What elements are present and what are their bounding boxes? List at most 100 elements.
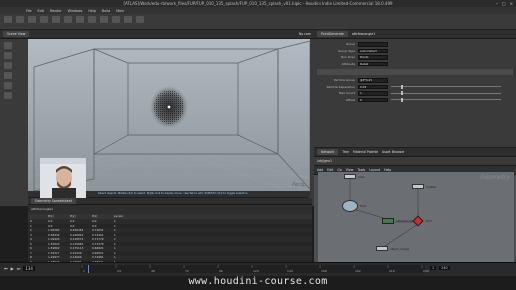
timeline-tick-label: 48 [151, 269, 155, 273]
shelf-tool-null[interactable] [64, 16, 72, 23]
shelf-tool-circle[interactable] [88, 16, 96, 23]
menu-render[interactable]: Render [50, 9, 62, 13]
spreadsheet-header: Geometry Spreadsheet attribwrangle1 [28, 198, 312, 214]
timeline-tick-label: 168 [321, 269, 327, 273]
tab-material-palette[interactable]: Material Palette [353, 150, 378, 154]
node-object-merge[interactable] [376, 246, 388, 251]
shelf-tool-font[interactable] [136, 16, 144, 23]
menu-build[interactable]: Build [102, 9, 110, 13]
node-box1[interactable] [344, 174, 356, 179]
shelf-toolbar [0, 14, 312, 30]
parameter-slider[interactable] [391, 91, 501, 96]
table-body: 0 0.0 0.0 0.0 1 1 0.0 0.0 0.0 1 2 1.06362 0.256464 0.… [28, 219, 312, 262]
perspective-label: Persp [292, 182, 306, 188]
end-frame-field[interactable]: 240 [439, 266, 450, 270]
site-watermark: www.houdini-course.com [188, 276, 328, 287]
parameter-label: Particle Group [333, 78, 355, 83]
timeline-cursor[interactable] [88, 265, 89, 273]
parameter-field[interactable]: @P*0.25 [358, 78, 388, 83]
parameter-list: Group Group Type Auto Detect Run Over Points… [314, 39, 516, 103]
geometry-spreadsheet-table: P[x] P[y] P[z] pscale 0 0.0 0.0 0.0 1 1 0.0 0.0… [28, 214, 312, 262]
node-name-field[interactable]: attribwrangle1 [352, 32, 375, 36]
node-fluid1-label: fluid [360, 204, 367, 208]
network-editor[interactable]: Geometry box1 Scatter fluid attribwrangl… [318, 172, 514, 264]
tab-tree[interactable]: Tree [342, 150, 349, 154]
maximize-icon[interactable]: □ [502, 1, 506, 6]
node-attribwrangle1[interactable] [382, 218, 394, 224]
playback-controls: ⏮ ▶ ⏭ 134 [4, 266, 35, 271]
network-path-bar: /obj/geo1 [314, 157, 516, 166]
presenter-webcam [40, 158, 86, 200]
scale-tool-icon[interactable] [4, 72, 12, 79]
forward-icon[interactable]: ⏭ [17, 266, 21, 271]
tab-geometry-spreadsheet[interactable]: Geometry Spreadsheet [31, 198, 76, 204]
menu-bar: File Edit Render Windows Help Build Main [0, 7, 516, 14]
frame-range: 1 240 [430, 266, 450, 270]
parameter-field[interactable]: Auto Detect [358, 48, 388, 53]
play-icon[interactable]: ▶ [11, 266, 14, 271]
parameter-field[interactable]: Detail [358, 61, 388, 66]
shelf-tool-curve[interactable] [100, 16, 108, 23]
network-path[interactable]: /obj/geo1 [317, 159, 332, 163]
parameter-field[interactable]: 0 [358, 97, 388, 102]
tab-scene-view[interactable]: Scene View [3, 31, 30, 37]
node-scatter1-label: Scatter [426, 185, 437, 189]
shelf-tool-sphere[interactable] [16, 16, 24, 23]
timeline-tick-label: 72 [185, 269, 189, 273]
node-fluid1[interactable] [342, 200, 358, 212]
parameter-label: Max Count [338, 91, 355, 96]
network-context-label: Geometry [480, 174, 510, 181]
parameter-field[interactable]: 0.05 [358, 84, 388, 89]
shelf-tool-path[interactable] [112, 16, 120, 23]
shelf-tool-tube[interactable] [28, 16, 36, 23]
parameter-label: Attribute [341, 61, 355, 66]
parameter-label: Group [345, 42, 355, 47]
parameter-row: Attribute Detail [314, 61, 516, 68]
menu-windows[interactable]: Windows [68, 9, 83, 13]
menu-file[interactable]: File [26, 9, 32, 13]
camera-menu[interactable]: No cam [299, 32, 311, 36]
parameter-label: Particle Separation [326, 84, 355, 89]
menu-main[interactable]: Main [116, 9, 124, 13]
spreadsheet-node[interactable]: attribwrangle1 [31, 207, 53, 211]
shelf-tool-grid[interactable] [52, 16, 60, 23]
view-tool-icon[interactable] [4, 92, 12, 99]
parameter-pane: PointGenerate attribwrangle1 Group Group … [314, 30, 516, 147]
minimize-icon[interactable]: – [496, 1, 498, 6]
close-icon[interactable]: × [510, 1, 513, 6]
parameter-field[interactable]: Points [358, 55, 388, 60]
timeline-tick-label: 1 [83, 269, 85, 273]
window-controls: – □ × [496, 1, 513, 6]
tab-asset-browser[interactable]: Asset Browser [382, 150, 405, 154]
shelf-toolbar-right [312, 14, 516, 30]
rewind-icon[interactable]: ⏮ [4, 266, 8, 271]
parameter-field[interactable] [358, 42, 388, 47]
parameter-field[interactable]: 1 [358, 91, 388, 96]
parameter-label: Offset [345, 97, 355, 102]
shelf-tool-box[interactable] [4, 16, 12, 23]
particle-cloud [150, 86, 188, 128]
window-title: [ATLAS]/Work/edu-rb/work_files/FUP/FUP_0… [0, 0, 516, 7]
timeline-tick-label: 240 [423, 269, 429, 273]
shelf-tool-spray[interactable] [124, 16, 132, 23]
menu-edit[interactable]: Edit [38, 9, 44, 13]
rotate-tool-icon[interactable] [4, 62, 12, 69]
timeline-bar: 1 24 48 72 96 120 144 168 192 216 240 ⏮ ▶ ⏭ 134 1 … [0, 262, 516, 276]
node-scatter1[interactable] [412, 184, 424, 189]
handle-tool-icon[interactable] [4, 82, 12, 89]
menu-help[interactable]: Help [88, 9, 96, 13]
node-box1-label: box1 [358, 175, 365, 179]
timeline-tick-label: 144 [287, 269, 293, 273]
current-frame-field[interactable]: 134 [23, 266, 35, 271]
shelf-tool-line[interactable] [76, 16, 84, 23]
parameter-slider[interactable] [391, 97, 501, 102]
parameter-section[interactable] [317, 69, 513, 75]
parameter-label: Group Type [338, 48, 355, 53]
start-frame-field[interactable]: 1 [430, 266, 437, 270]
parameter-slider[interactable] [391, 84, 501, 89]
select-tool-icon[interactable] [4, 42, 12, 49]
tab-network[interactable]: Network [317, 149, 339, 155]
parameter-label: Run Over [341, 55, 355, 60]
move-tool-icon[interactable] [4, 52, 12, 59]
shelf-tool-torus[interactable] [40, 16, 48, 23]
